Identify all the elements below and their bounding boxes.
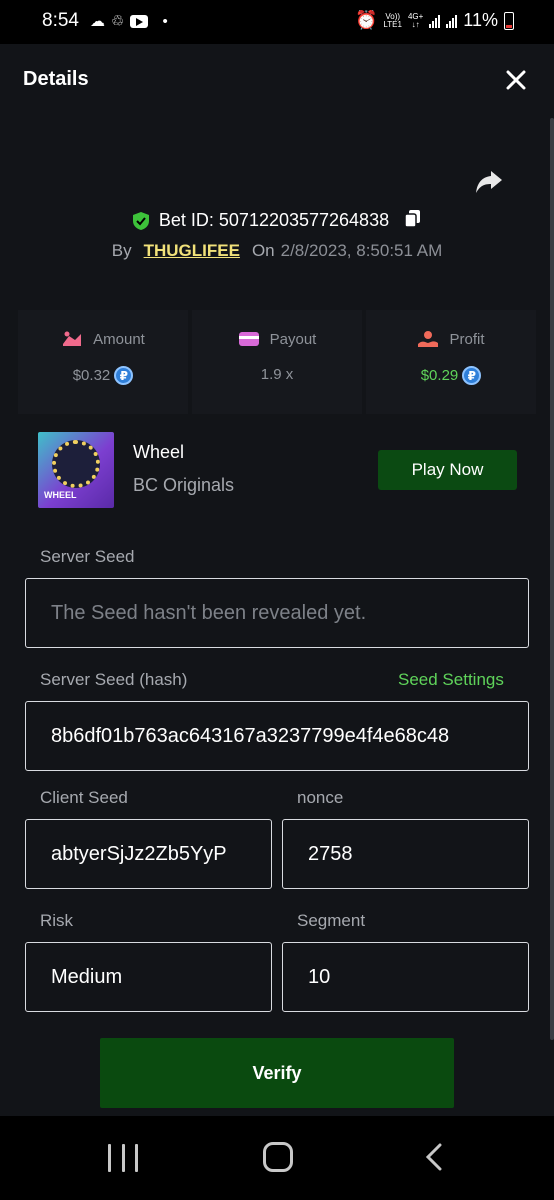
coin-icon: ₽ (462, 366, 482, 385)
back-button[interactable] (420, 1142, 450, 1172)
profit-value: $0.29 (420, 367, 459, 384)
amount-value: $0.32 (72, 367, 111, 384)
by-label: By (111, 241, 132, 260)
recents-button[interactable] (108, 1144, 138, 1172)
system-nav-bar (0, 1116, 554, 1200)
verify-button[interactable]: Verify (100, 1038, 454, 1108)
game-name: Wheel (133, 442, 185, 462)
server-seed-field[interactable]: The Seed hasn't been revealed yet. (25, 578, 529, 648)
weather-icon: ☁ (90, 13, 105, 30)
on-label: On (251, 241, 275, 260)
battery-icon (504, 11, 514, 30)
card-icon (238, 332, 259, 346)
dot-icon: • (162, 12, 168, 30)
home-button[interactable] (263, 1142, 293, 1172)
bet-date: 2/8/2023, 8:50:51 AM (280, 241, 443, 260)
risk-label: Risk (40, 911, 74, 930)
username-link[interactable]: THUGLIFEE (144, 241, 240, 260)
game-thumbnail-label: WHEEL (44, 490, 77, 500)
server-seed-hash-label: Server Seed (hash) (40, 670, 188, 689)
payout-label: Payout (269, 330, 317, 348)
seed-settings-link[interactable]: Seed Settings (398, 670, 504, 690)
bet-meta: By THUGLIFEE On 2/8/2023, 8:50:51 AM (0, 241, 554, 261)
payout-value: 1.9 x (260, 366, 294, 383)
stat-profit: Profit $0.29 ₽ (366, 310, 536, 414)
close-icon (506, 70, 526, 90)
network-gen-indicator: 4G+ ↓↑ (407, 11, 424, 29)
risk-field[interactable]: Medium (25, 942, 272, 1012)
server-seed-hash-field[interactable]: 8b6df01b763ac643167a3237799e4f4e68c48 (25, 701, 529, 771)
wheel-icon (52, 440, 100, 488)
close-button[interactable] (502, 66, 530, 94)
copy-button[interactable] (403, 208, 423, 233)
bet-id: Bet ID: 50712203577264838 (158, 210, 390, 230)
play-now-button[interactable]: Play Now (378, 450, 517, 490)
youtube-icon (130, 14, 149, 28)
coin-icon: ₽ (114, 366, 134, 385)
segment-field[interactable]: 10 (282, 942, 529, 1012)
signal-icon (429, 14, 441, 28)
back-icon (425, 1143, 442, 1171)
shield-check-icon (132, 211, 149, 230)
battery-percent: 11% (463, 10, 498, 30)
page-title: Details (23, 68, 89, 90)
segment-label: Segment (297, 911, 366, 930)
copy-icon (404, 210, 421, 228)
server-seed-label: Server Seed (40, 547, 135, 566)
signal-icon-2 (446, 14, 458, 28)
bet-id-row: Bet ID: 50712203577264838 (0, 208, 554, 233)
nonce-field[interactable]: 2758 (282, 819, 529, 889)
client-seed-label: Client Seed (40, 788, 128, 807)
game-thumbnail[interactable]: WHEEL (38, 432, 114, 508)
profit-label: Profit (449, 330, 485, 348)
amount-icon (63, 331, 82, 346)
sync-icon: ♲ (111, 13, 125, 30)
bet-stats: Amount $0.32 ₽ Payout 1.9 x Profit $0.29… (18, 310, 536, 414)
share-icon (476, 171, 502, 193)
status-time: 8:54 (42, 10, 79, 31)
amount-label: Amount (93, 330, 145, 348)
alarm-icon: ⏰ (355, 10, 378, 30)
status-right: ⏰ Vo)) LTE1 4G+ ↓↑ 11% (355, 10, 514, 31)
status-notification-icons: ☁ ♲ • (90, 12, 168, 31)
game-provider: BC Originals (133, 475, 235, 495)
stat-amount: Amount $0.32 ₽ (18, 310, 188, 414)
share-button[interactable] (474, 170, 504, 196)
client-seed-field[interactable]: abtyerSjJz2Zb5YyP (25, 819, 272, 889)
profit-icon (418, 331, 439, 347)
status-bar: 8:54 ☁ ♲ • ⏰ Vo)) LTE1 4G+ ↓↑ 11% (0, 0, 554, 44)
stat-payout: Payout 1.9 x (192, 310, 362, 414)
volte-indicator: Vo)) LTE1 (383, 11, 402, 29)
nonce-label: nonce (297, 788, 344, 807)
